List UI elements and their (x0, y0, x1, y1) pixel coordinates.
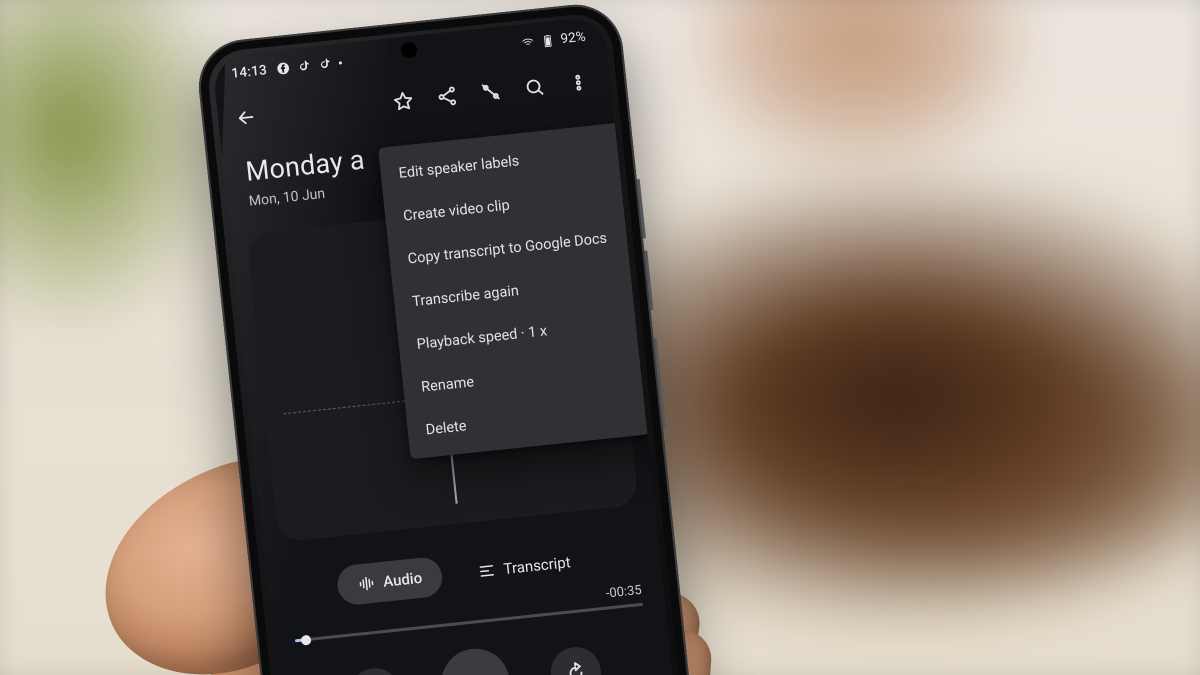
status-time: 14:13 (231, 62, 268, 82)
notification-dot (339, 61, 342, 64)
tab-transcript[interactable]: Transcript (456, 540, 593, 594)
tab-audio-label: Audio (382, 569, 423, 591)
forward-button[interactable] (548, 645, 603, 675)
play-button[interactable] (438, 645, 513, 675)
rewind-button[interactable] (348, 666, 403, 675)
view-tabs: Audio Transcript (266, 533, 662, 614)
battery-icon (540, 33, 555, 48)
star-button[interactable] (379, 77, 427, 125)
crop-button[interactable] (467, 68, 515, 116)
overflow-menu: Edit speaker labels Create video clip Co… (378, 122, 655, 459)
search-button[interactable] (510, 63, 558, 111)
tab-audio[interactable]: Audio (335, 556, 444, 607)
facebook-icon (275, 61, 290, 76)
wifi-icon (520, 35, 535, 50)
overflow-button[interactable] (554, 59, 602, 107)
tab-transcript-label: Transcript (503, 553, 572, 578)
back-button[interactable] (222, 93, 270, 141)
photo-scene: 14:13 92% (0, 0, 1200, 675)
tiktok-icon-2 (317, 56, 332, 71)
screen: 14:13 92% (212, 16, 691, 675)
seek-thumb[interactable] (300, 634, 311, 645)
time-remaining: -00:35 (605, 583, 642, 602)
battery-percent: 92% (560, 29, 587, 48)
tiktok-icon (296, 59, 311, 74)
share-button[interactable] (423, 72, 471, 120)
